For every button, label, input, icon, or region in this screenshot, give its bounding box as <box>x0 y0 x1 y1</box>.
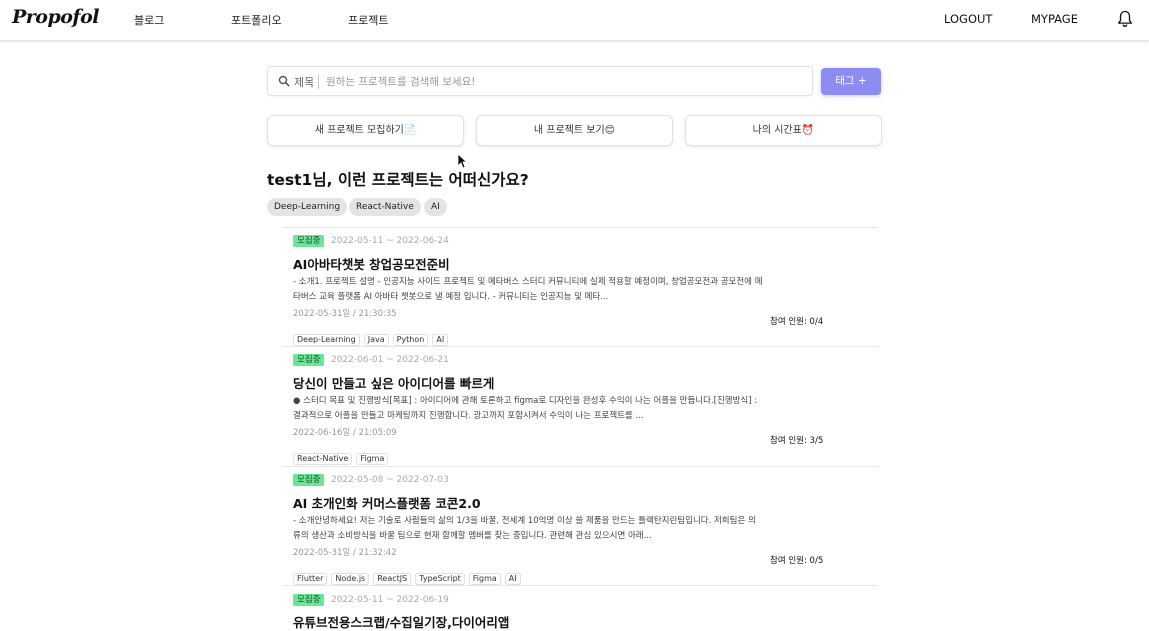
project-tag[interactable]: Java <box>363 334 389 346</box>
project-description: ● 스터디 목표 및 진행방식[목표] : 아이디어에 관해 토론하고 figm… <box>293 396 758 421</box>
search-category-select[interactable]: 제목 <box>294 74 314 90</box>
nav-portfolio[interactable]: 포트폴리오 <box>231 12 282 28</box>
recommend-tag[interactable]: AI <box>424 198 447 216</box>
nav-blog[interactable]: 블로그 <box>134 12 164 28</box>
project-tag[interactable]: AI <box>432 334 449 346</box>
recommend-tag[interactable]: React-Native <box>349 198 421 216</box>
project-tag[interactable]: React-Native <box>293 453 353 465</box>
project-period: 2022-05-08 ~ 2022-07-03 <box>331 475 449 485</box>
divider <box>283 227 878 228</box>
project-tags: Deep-Learning Java Python AI <box>293 327 452 346</box>
divider <box>283 466 878 467</box>
project-created-date: 2022-05-31일 / 21:30:35 <box>293 309 397 319</box>
divider <box>283 585 878 586</box>
project-description: - 소개1. 프로젝트 설명 - 인공지능 사이드 프로젝트 및 메타버스 스터… <box>293 277 763 302</box>
my-timetable-button[interactable]: 나의 시간표⏰ <box>685 115 882 146</box>
project-tag[interactable]: Python <box>392 334 429 346</box>
project-card[interactable]: 모집중 2022-05-08 ~ 2022-07-03 AI 초개인화 커머스플… <box>293 474 853 585</box>
tag-add-button[interactable]: 태그 + <box>821 68 881 95</box>
status-badge: 모집중 <box>293 354 325 366</box>
search-icon <box>278 75 290 87</box>
project-tags: Flutter Node.js ReactJS TypeScript Figma AI <box>293 566 525 585</box>
mouse-cursor-icon <box>457 153 467 169</box>
status-badge: 모집중 <box>293 474 325 486</box>
participant-count: 참여 인원: 0/5 <box>770 556 824 566</box>
search-bar[interactable]: 제목 <box>267 66 813 96</box>
project-tag[interactable]: Node.js <box>331 573 370 585</box>
mypage-button[interactable]: MYPAGE <box>1031 12 1078 26</box>
top-navigation-bar: Propofol 블로그 포트폴리오 프로젝트 LOGOUT MYPAGE <box>0 0 1149 40</box>
status-badge: 모집중 <box>293 594 325 606</box>
project-created-date: 2022-05-31일 / 21:32:42 <box>293 548 397 558</box>
nav-project[interactable]: 프로젝트 <box>348 12 388 28</box>
project-description: - 소개안녕하세요! 저는 기술로 사람들의 삶의 1/3을 바꿀, 전세계 1… <box>293 516 756 541</box>
project-card[interactable]: 모집중 2022-06-01 ~ 2022-06-21 당신이 만들고 싶은 아… <box>293 354 853 465</box>
search-input[interactable] <box>326 71 806 92</box>
divider <box>283 346 878 347</box>
participant-count: 참여 인원: 3/5 <box>770 436 824 446</box>
project-title[interactable]: AI아바타챗봇 창업공모전준비 <box>293 254 450 273</box>
status-badge: 모집중 <box>293 235 325 247</box>
project-title[interactable]: 당신이 만들고 싶은 아이디어를 빠르게 <box>293 373 494 392</box>
project-title[interactable]: AI 초개인화 커머스플랫폼 코콘2.0 <box>293 493 481 512</box>
logout-button[interactable]: LOGOUT <box>944 12 992 26</box>
project-tag[interactable]: Figma <box>356 453 389 465</box>
project-tag[interactable]: ReactJS <box>373 573 412 585</box>
project-tag[interactable]: AI <box>504 573 521 585</box>
project-tags: React-Native Figma <box>293 446 392 465</box>
project-created-date: 2022-06-16일 / 21:05:09 <box>293 428 397 438</box>
project-period: 2022-05-11 ~ 2022-06-19 <box>331 595 449 605</box>
project-title[interactable]: 유튜브전용스크랩/수집일기장,다이어리앱 <box>293 612 509 631</box>
bell-icon[interactable] <box>1116 9 1134 29</box>
project-card[interactable]: 모집중 2022-05-11 ~ 2022-06-24 AI아바타챗봇 창업공모… <box>293 235 853 346</box>
project-tag[interactable]: Deep-Learning <box>293 334 360 346</box>
search-separator <box>318 74 319 89</box>
project-period: 2022-05-11 ~ 2022-06-24 <box>331 236 449 246</box>
participant-count: 참여 인원: 0/4 <box>770 317 824 327</box>
project-tag[interactable]: TypeScript <box>415 573 465 585</box>
new-project-button[interactable]: 새 프로젝트 모집하기📄 <box>267 115 464 146</box>
recommend-heading: test1님, 이런 프로젝트는 어떠신가요? <box>267 171 529 189</box>
project-card[interactable]: 모집중 2022-05-11 ~ 2022-06-19 유튜브전용스크랩/수집일… <box>293 594 853 631</box>
logo[interactable]: Propofol <box>12 6 100 28</box>
recommend-tag[interactable]: Deep-Learning <box>267 198 348 216</box>
project-tag[interactable]: Flutter <box>293 573 328 585</box>
project-period: 2022-06-01 ~ 2022-06-21 <box>331 355 449 365</box>
project-tag[interactable]: Figma <box>468 573 501 585</box>
my-projects-button[interactable]: 내 프로젝트 보기😊 <box>476 115 673 146</box>
